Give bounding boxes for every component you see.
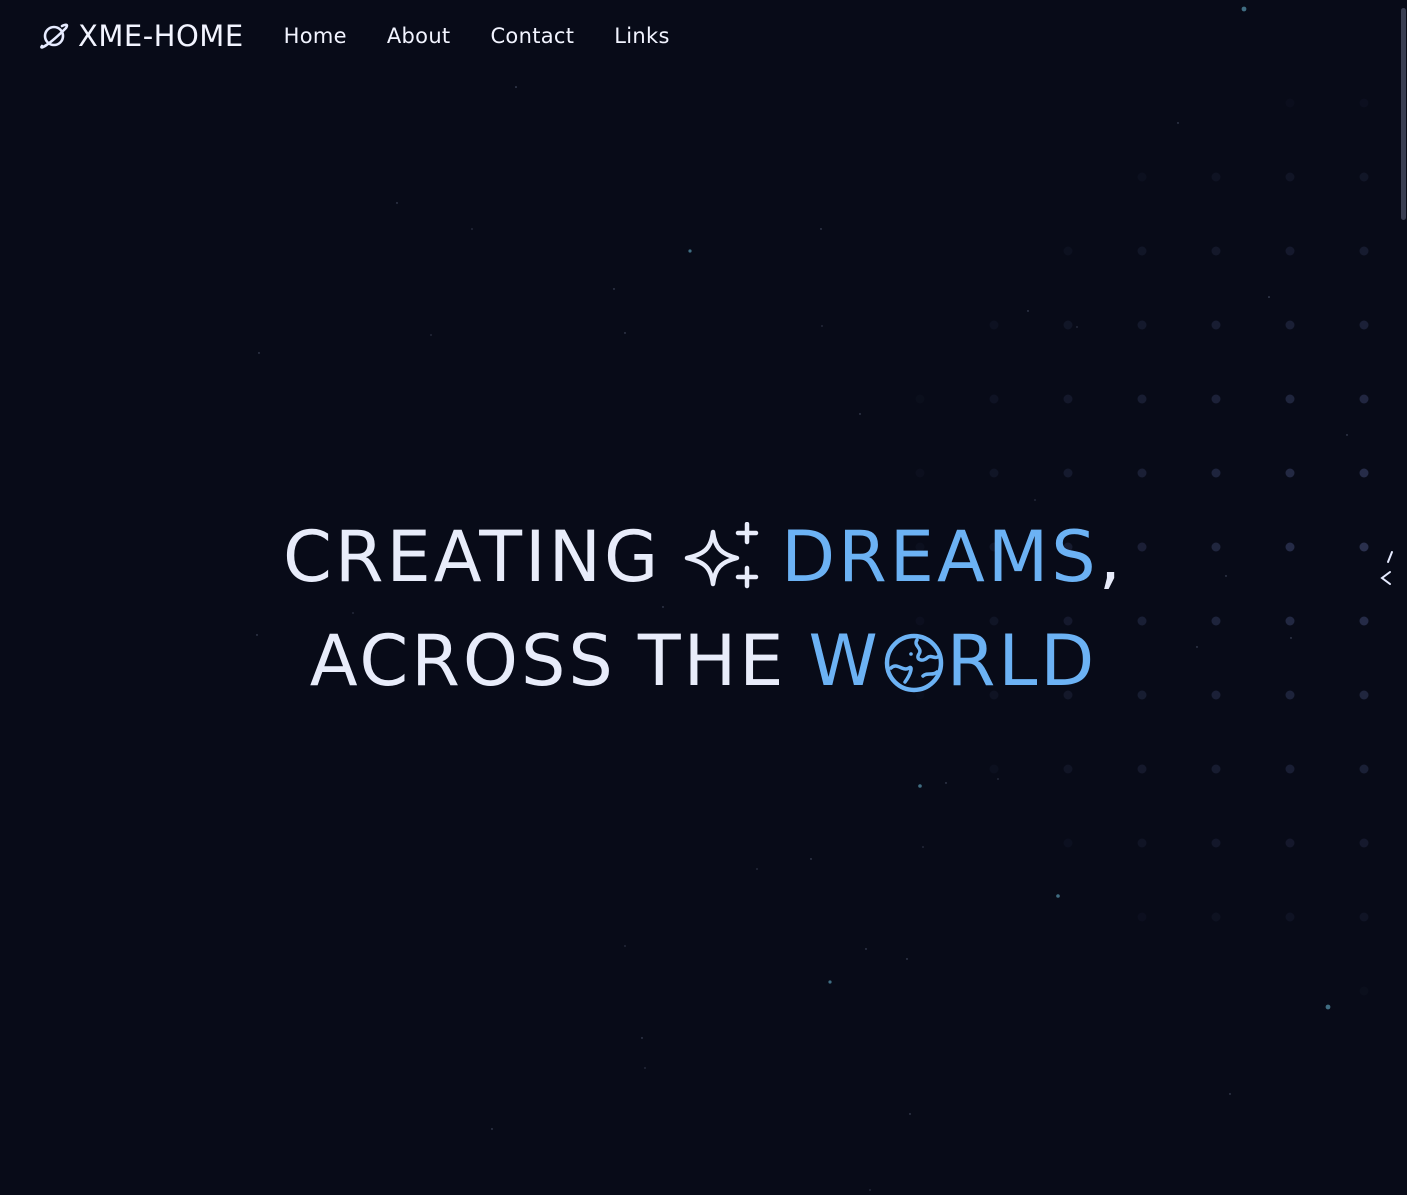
vertical-scrollbar[interactable]	[1399, 0, 1407, 1195]
hero-word-creating: CREATING	[283, 516, 662, 598]
nav-link-about[interactable]: About	[387, 24, 451, 48]
sparkle-icon	[684, 522, 759, 589]
hero-word-world-start: W	[808, 620, 881, 702]
nav-link-home[interactable]: Home	[284, 24, 347, 48]
hero-line-2: ACROSS THE W RLD	[0, 609, 1407, 713]
globe-icon	[884, 633, 943, 693]
nav-link-contact[interactable]: Contact	[490, 24, 574, 48]
hero-line-1: CREATING DREAMS ,	[0, 505, 1407, 609]
loading-spinner-icon	[1380, 551, 1393, 585]
brand-logo[interactable]: XME-HOME	[38, 19, 244, 53]
nav-links: Home About Contact Links	[284, 24, 670, 48]
brand-name: XME-HOME	[78, 19, 244, 53]
nav-link-links[interactable]: Links	[614, 24, 669, 48]
hero-word-across: ACROSS	[309, 620, 616, 702]
scrollbar-thumb[interactable]	[1401, 8, 1406, 220]
planet-icon	[40, 23, 69, 49]
hero-comma: ,	[1098, 516, 1124, 598]
hero-word-dreams: DREAMS	[781, 516, 1099, 598]
hero-word-the: THE	[637, 620, 787, 702]
hero-word-world-end: RLD	[946, 620, 1098, 702]
hero-headline: CREATING DREAMS , ACROSS THE W RLD	[0, 505, 1407, 713]
top-navbar: XME-HOME Home About Contact Links	[38, 16, 670, 56]
